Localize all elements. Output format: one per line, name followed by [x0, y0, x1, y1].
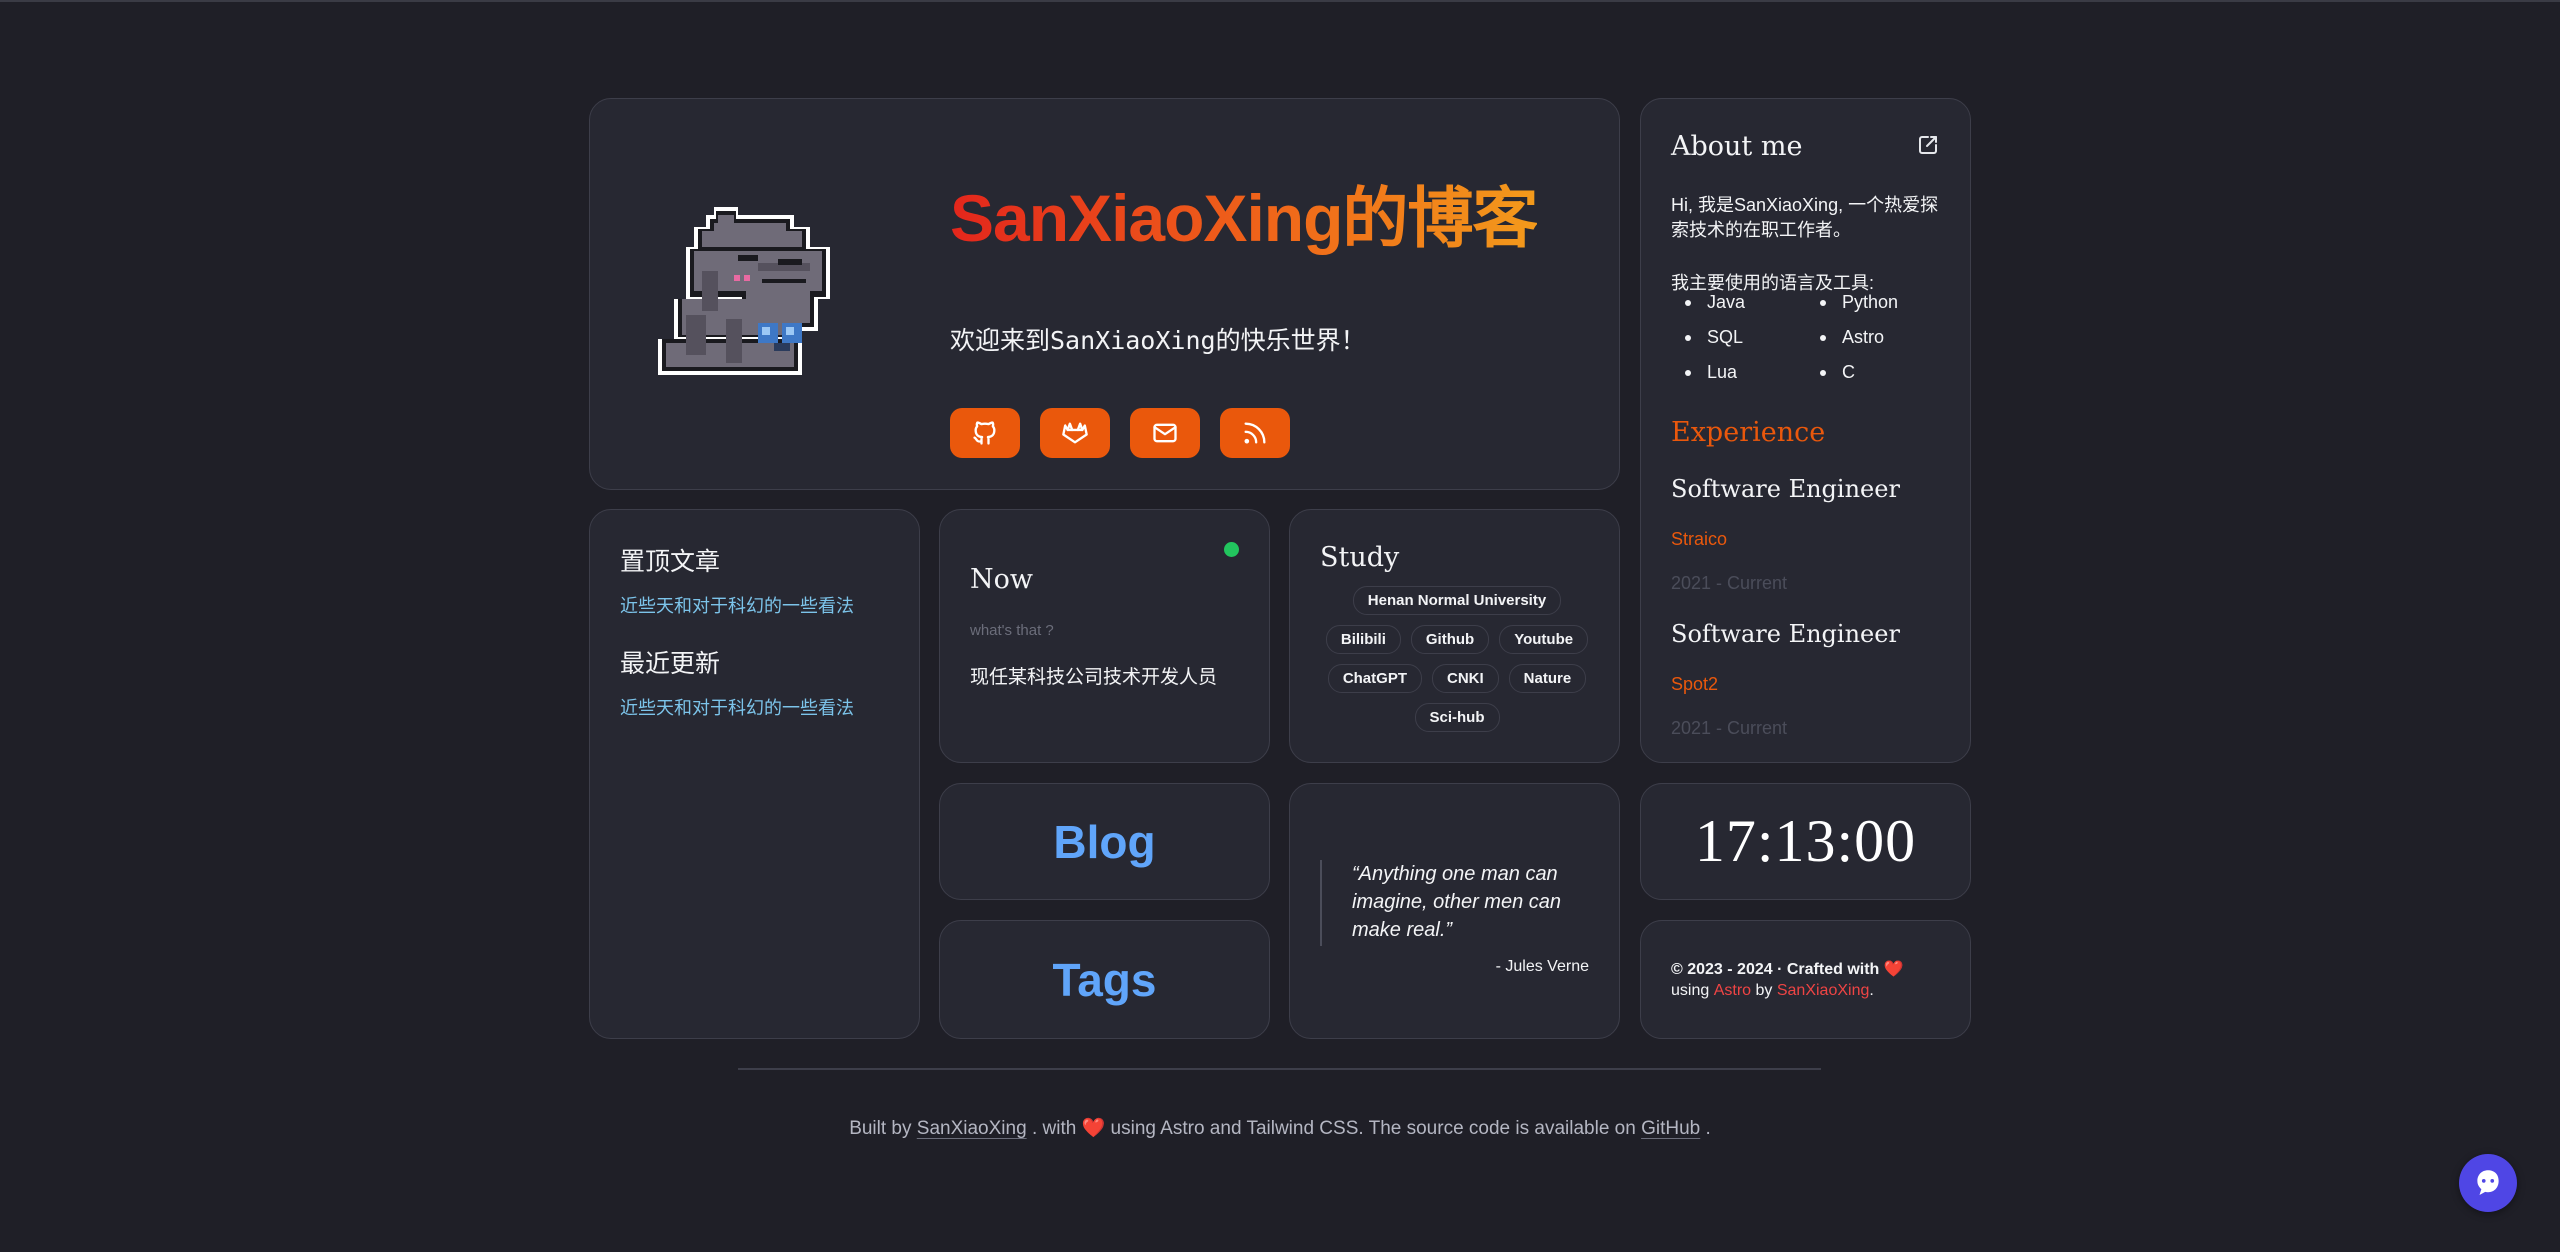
blog-nav-card[interactable]: Blog [939, 783, 1270, 900]
footer-end: . [1705, 1118, 1711, 1139]
job-title: Software Engineer [1671, 475, 1900, 503]
mail-button[interactable] [1130, 408, 1200, 458]
astro-link[interactable]: Astro [1714, 982, 1751, 999]
study-tag-list: Henan Normal University Bilibili Github … [1318, 586, 1596, 732]
footer-with: . with [1031, 1118, 1077, 1139]
heart-icon: ❤️ [1883, 961, 1904, 978]
quote-bar [1320, 860, 1322, 946]
footer-divider [738, 1068, 1821, 1070]
study-tag[interactable]: Youtube [1499, 625, 1589, 654]
blog-link[interactable]: Blog [1053, 815, 1155, 869]
footer-middle: using Astro and Tailwind CSS. The source… [1110, 1118, 1636, 1139]
pixel-dinosaur-avatar [658, 207, 830, 375]
about-external-link[interactable] [1916, 133, 1940, 157]
quote-author: - Jules Verne [1495, 958, 1589, 975]
copyright-text: © 2023 - 2024 · Crafted with ❤️ using As… [1671, 959, 1951, 1001]
language-item: SQL [1671, 326, 1806, 349]
footer-author-link[interactable]: SanXiaoXing [917, 1118, 1027, 1139]
study-tag[interactable]: Henan Normal University [1352, 586, 1562, 615]
mail-icon [1153, 423, 1177, 443]
rss-button[interactable] [1220, 408, 1290, 458]
gitlab-icon [1062, 422, 1088, 444]
language-item: Java [1671, 291, 1806, 314]
job-period: 2021 - Current [1671, 718, 1788, 738]
footer-github-link[interactable]: GitHub [1641, 1118, 1700, 1139]
copyright-using: using [1671, 982, 1710, 999]
study-tag[interactable]: Github [1410, 625, 1490, 654]
language-item: Python [1806, 291, 1941, 314]
experience-heading: Experience [1671, 417, 1826, 448]
quote-card: “Anything one man can imagine, other men… [1289, 783, 1620, 1039]
now-card: Now what's that ? 现任某科技公司技术开发人员 [939, 509, 1270, 763]
study-tag[interactable]: CNKI [1431, 664, 1499, 693]
gitlab-button[interactable] [1040, 408, 1110, 458]
clock-card: 17:13:00 [1640, 783, 1971, 900]
github-icon [973, 421, 996, 445]
study-tag[interactable]: Bilibili [1325, 625, 1401, 654]
job-company[interactable]: Straico [1671, 529, 1727, 550]
study-tag[interactable]: ChatGPT [1327, 664, 1422, 693]
copyright-by: by [1755, 982, 1773, 999]
now-question: what's that ? [970, 622, 1054, 639]
study-tag[interactable]: Sci-hub [1414, 703, 1500, 732]
language-item: Astro [1806, 326, 1941, 349]
pinned-post-link[interactable]: 近些天和对于科幻的一些看法 [620, 592, 854, 618]
job-title: Software Engineer [1671, 620, 1900, 648]
now-text: 现任某科技公司技术开发人员 [970, 667, 1218, 688]
about-card: About me Hi, 我是SanXiaoXing, 一个热爱探索技术的在职工… [1640, 98, 1971, 763]
language-item: Lua [1671, 361, 1806, 384]
footer-built-by: Built by [849, 1118, 912, 1139]
welcome-text: 欢迎来到SanXiaoXing的快乐世界！ [950, 326, 1366, 355]
github-button[interactable] [950, 408, 1020, 458]
about-title: About me [1671, 131, 1803, 162]
rss-icon [1244, 422, 1266, 444]
copyright-card: © 2023 - 2024 · Crafted with ❤️ using As… [1640, 920, 1971, 1039]
chat-widget-button[interactable] [2459, 1154, 2517, 1212]
site-footer: Built by SanXiaoXing . with ❤️ using Ast… [0, 1116, 2560, 1140]
copyright-prefix: © 2023 - 2024 · Crafted with [1671, 961, 1880, 978]
status-dot [1224, 542, 1239, 557]
now-title: Now [970, 564, 1033, 595]
heart-icon: ❤️ [1081, 1118, 1106, 1139]
quote-text: “Anything one man can imagine, other men… [1352, 863, 1562, 941]
author-link[interactable]: SanXiaoXing [1777, 982, 1870, 999]
study-card: Study Henan Normal University Bilibili G… [1289, 509, 1620, 763]
site-title: SanXiaoXing的博客 [950, 165, 1538, 261]
job-company[interactable]: Spot2 [1671, 674, 1718, 695]
language-item: C [1806, 361, 1941, 384]
posts-card: 置顶文章 近些天和对于科幻的一些看法 最近更新 近些天和对于科幻的一些看法 [589, 509, 920, 1039]
external-link-icon [1919, 136, 1937, 154]
study-title: Study [1320, 542, 1400, 573]
pinned-heading: 置顶文章 [620, 547, 721, 576]
clock-time: 17:13:00 [1694, 808, 1917, 874]
study-tag[interactable]: Nature [1508, 664, 1587, 693]
about-intro: Hi, 我是SanXiaoXing, 一个热爱探索技术的在职工作者。 [1671, 195, 1939, 240]
recent-post-link[interactable]: 近些天和对于科幻的一些看法 [620, 694, 854, 720]
tags-link[interactable]: Tags [1053, 953, 1157, 1007]
tags-nav-card[interactable]: Tags [939, 920, 1270, 1039]
recent-heading: 最近更新 [620, 649, 721, 678]
copyright-end: . [1869, 982, 1874, 999]
language-list: Java Python SQL Astro Lua C [1671, 291, 1941, 384]
job-period: 2021 - Current [1671, 573, 1788, 593]
hero-card: SanXiaoXing的博客 欢迎来到SanXiaoXing的快乐世界！ [589, 98, 1620, 490]
chat-bot-icon [2477, 1170, 2499, 1196]
